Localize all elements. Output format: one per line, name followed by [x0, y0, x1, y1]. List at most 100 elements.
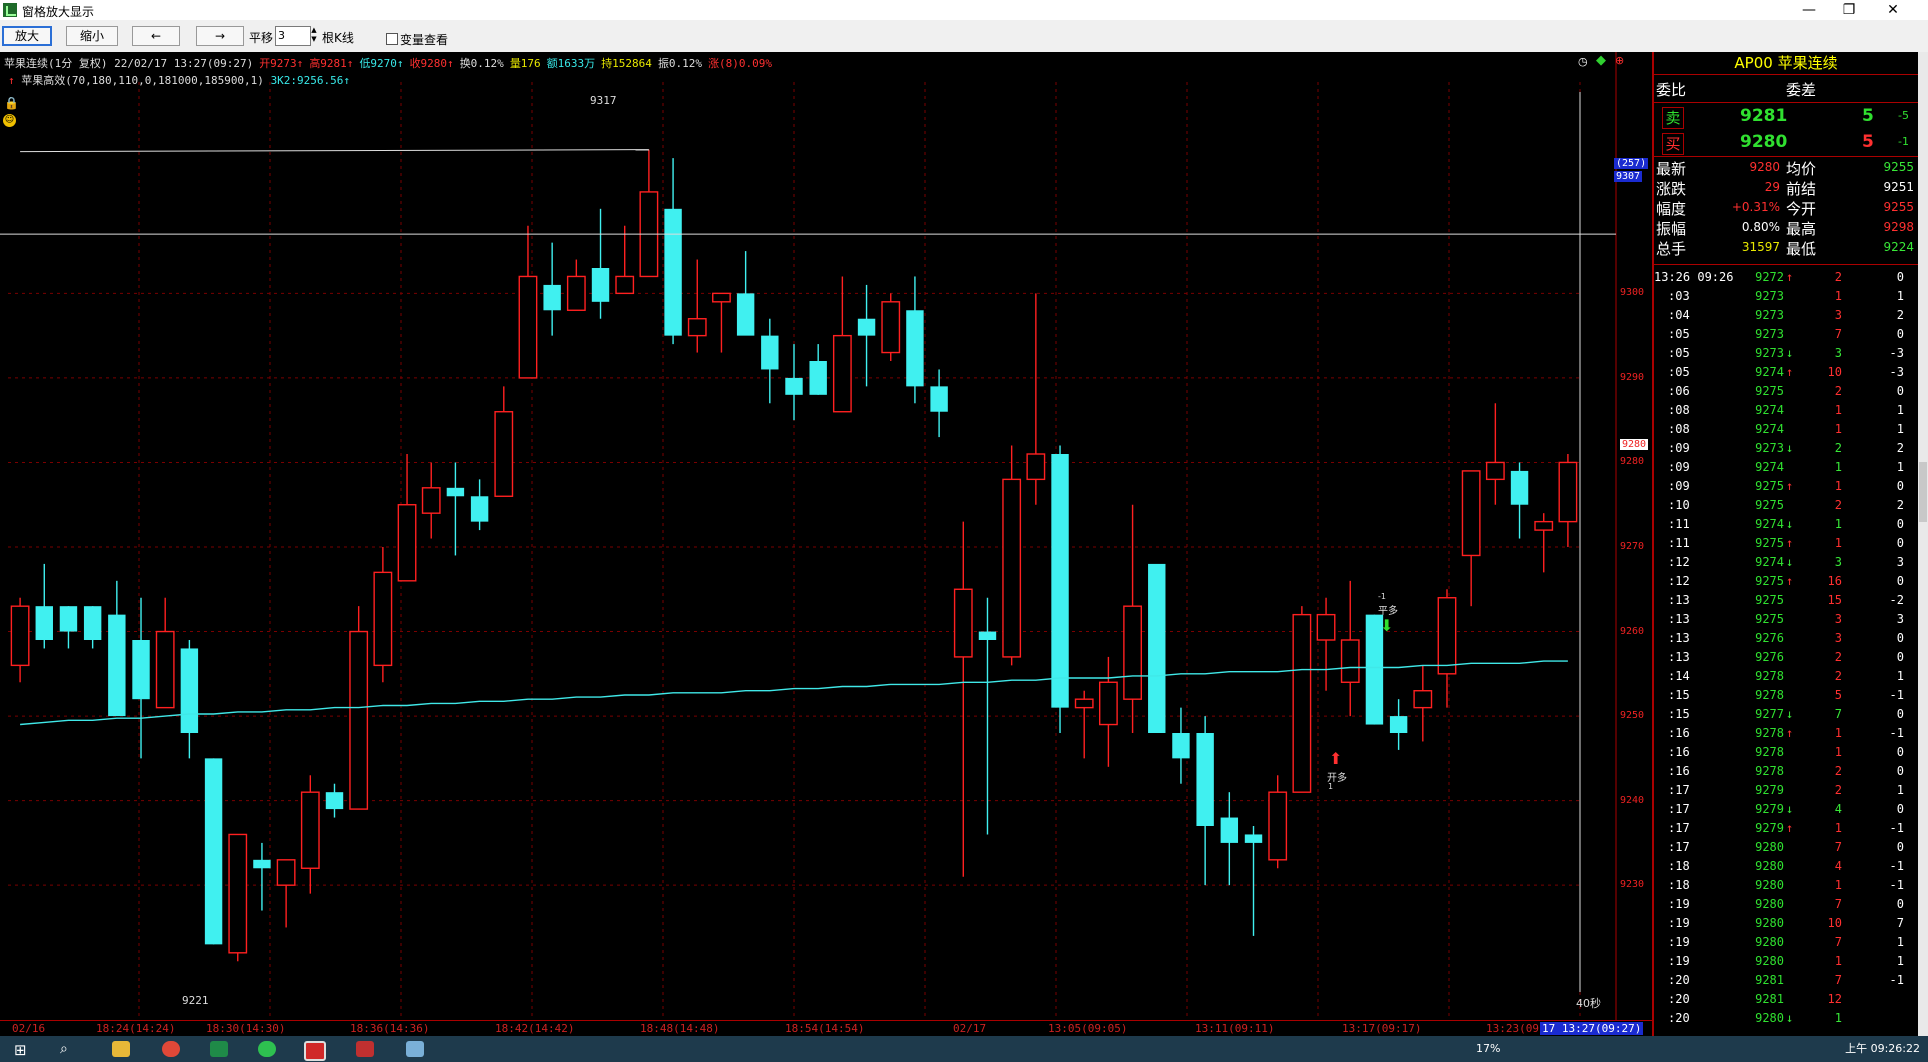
quote-field: 持152864	[601, 57, 652, 70]
tick-position-change: 7	[1896, 916, 1904, 930]
tick-row[interactable]: :09 9275 ↑ 1 0	[1654, 477, 1918, 496]
tick-price: 9274	[1755, 460, 1784, 474]
tick-row[interactable]: :08 9274 1 1	[1654, 401, 1918, 420]
x-tick-label: 18:30(14:30)	[206, 1022, 286, 1035]
tick-price: 9280	[1755, 954, 1784, 968]
tick-row[interactable]: :12 9274 ↓ 3 3	[1654, 553, 1918, 572]
tick-price: 9273	[1755, 346, 1784, 360]
tick-row[interactable]: :17 9279 2 1	[1654, 781, 1918, 800]
tick-row[interactable]: :14 9278 2 1	[1654, 667, 1918, 686]
pan-left-button[interactable]: ←	[132, 26, 180, 46]
bid-volume: 5	[1862, 132, 1874, 152]
tick-row[interactable]: :06 9275 2 0	[1654, 382, 1918, 401]
tick-row[interactable]: :04 9273 3 2	[1654, 306, 1918, 325]
stat-value: 9255	[1883, 160, 1914, 174]
bid-row[interactable]: 买 9280 5 -1	[1654, 132, 1918, 155]
tick-row[interactable]: 13:26 09:26 9272 ↑ 2 0	[1654, 268, 1918, 287]
maximize-icon[interactable]: ❐	[1826, 0, 1872, 20]
wechat-icon[interactable]	[258, 1041, 276, 1057]
tick-row[interactable]: :09 9274 1 1	[1654, 458, 1918, 477]
search-icon[interactable]: ⌕	[60, 1041, 78, 1057]
tick-row[interactable]: :05 9273 7 0	[1654, 325, 1918, 344]
lock-icon[interactable]: 🔒	[4, 96, 19, 110]
tick-row[interactable]: :18 9280 4 -1	[1654, 857, 1918, 876]
close-icon[interactable]: ✕	[1870, 0, 1916, 20]
tick-volume: 3	[1834, 555, 1842, 569]
candle-body-down	[857, 318, 876, 336]
variable-checkbox[interactable]	[386, 33, 398, 45]
windows-start-icon[interactable]: ⊞	[14, 1041, 32, 1059]
tick-row[interactable]: :20 9281 7 -1	[1654, 971, 1918, 990]
tick-row[interactable]: :17 9279 ↑ 1 -1	[1654, 819, 1918, 838]
tick-row[interactable]: :13 9275 15 -2	[1654, 591, 1918, 610]
candle-body-up	[566, 275, 586, 311]
tick-row[interactable]: :05 9274 ↑ 10 -3	[1654, 363, 1918, 382]
tick-direction: ↑	[1786, 726, 1794, 740]
tool-app-icon[interactable]	[406, 1041, 424, 1057]
ask-row[interactable]: 卖 9281 5 -5	[1654, 106, 1918, 129]
tick-row[interactable]: :12 9275 ↑ 16 0	[1654, 572, 1918, 591]
tick-row[interactable]: :16 9278 1 0	[1654, 743, 1918, 762]
tick-price: 9275	[1755, 612, 1784, 626]
tick-price: 9277	[1755, 707, 1784, 721]
smiley-icon[interactable]: ☺	[3, 114, 16, 127]
tick-time: :09	[1668, 479, 1690, 493]
tick-row[interactable]: :20 9281 12	[1654, 990, 1918, 1009]
tick-position-change: 1	[1896, 460, 1904, 474]
tick-row[interactable]: :13 9275 3 3	[1654, 610, 1918, 629]
tick-row[interactable]: :19 9280 1 1	[1654, 952, 1918, 971]
tick-row[interactable]: :20 9280 ↓ 1	[1654, 1009, 1918, 1028]
tick-scrollbar[interactable]	[1918, 52, 1928, 1036]
close-long-signal: 平多	[1378, 606, 1398, 617]
candle-body-down	[1244, 834, 1263, 843]
system-clock[interactable]: 上午 09:26:22	[1845, 1040, 1920, 1056]
candle-body-up	[881, 301, 901, 354]
tick-row[interactable]: :19 9280 7 0	[1654, 895, 1918, 914]
candle-body-up	[953, 588, 973, 658]
candle-body-down	[1389, 716, 1408, 733]
chart-app-icon[interactable]	[356, 1041, 374, 1057]
tick-row[interactable]: :17 9279 ↓ 4 0	[1654, 800, 1918, 819]
file-explorer-icon[interactable]	[112, 1041, 130, 1057]
candle-body-down	[543, 284, 561, 311]
excel-icon[interactable]	[210, 1041, 228, 1057]
tick-row[interactable]: :16 9278 ↑ 1 -1	[1654, 724, 1918, 743]
tick-row[interactable]: :16 9278 2 0	[1654, 762, 1918, 781]
tick-price: 9275	[1755, 593, 1784, 607]
x-tick-label: 13:11(09:11)	[1195, 1022, 1275, 1035]
shift-spinner[interactable]: ▲ ▼	[309, 26, 319, 46]
stat-value: 9298	[1883, 220, 1914, 234]
candle-body-up	[615, 275, 635, 295]
x-tick-label: 17 13:27(09:27)	[1540, 1022, 1644, 1035]
zoom-out-button[interactable]: 缩小	[66, 26, 118, 46]
kline-canvas[interactable]	[0, 52, 1652, 1020]
tick-row[interactable]: :13 9276 3 0	[1654, 629, 1918, 648]
tick-row[interactable]: :17 9280 7 0	[1654, 838, 1918, 857]
tick-row[interactable]: :08 9274 1 1	[1654, 420, 1918, 439]
tick-price: 9281	[1755, 973, 1784, 987]
quote-field: 低9270↑	[359, 57, 404, 70]
trading-app-icon[interactable]	[304, 1041, 326, 1061]
target-icon[interactable]: ⊕	[1615, 54, 1624, 67]
clock-icon[interactable]: ◷	[1578, 55, 1588, 68]
tick-price: 9278	[1755, 688, 1784, 702]
tick-row[interactable]: :15 9278 5 -1	[1654, 686, 1918, 705]
tick-row[interactable]: :11 9275 ↑ 1 0	[1654, 534, 1918, 553]
tick-row[interactable]: :13 9276 2 0	[1654, 648, 1918, 667]
diamond-icon[interactable]: ◆	[1596, 53, 1606, 68]
tick-row[interactable]: :05 9273 ↓ 3 -3	[1654, 344, 1918, 363]
tick-row[interactable]: :18 9280 1 -1	[1654, 876, 1918, 895]
browser-icon[interactable]	[162, 1041, 180, 1057]
tick-time: :10	[1668, 498, 1690, 512]
tick-row[interactable]: :19 9280 10 7	[1654, 914, 1918, 933]
zoom-in-button[interactable]: 放大	[2, 26, 52, 46]
tick-row[interactable]: :03 9273 1 1	[1654, 287, 1918, 306]
tick-row[interactable]: :15 9277 ↓ 7 0	[1654, 705, 1918, 724]
kline-chart[interactable]: 苹果连续(1分 复权) 22/02/17 13:27(09:27) 开9273↑ 高…	[0, 52, 1652, 1036]
shift-input[interactable]: 3	[275, 26, 311, 46]
tick-row[interactable]: :19 9280 7 1	[1654, 933, 1918, 952]
tick-row[interactable]: :11 9274 ↓ 1 0	[1654, 515, 1918, 534]
tick-row[interactable]: :10 9275 2 2	[1654, 496, 1918, 515]
pan-right-button[interactable]: →	[196, 26, 244, 46]
tick-row[interactable]: :09 9273 ↓ 2 2	[1654, 439, 1918, 458]
